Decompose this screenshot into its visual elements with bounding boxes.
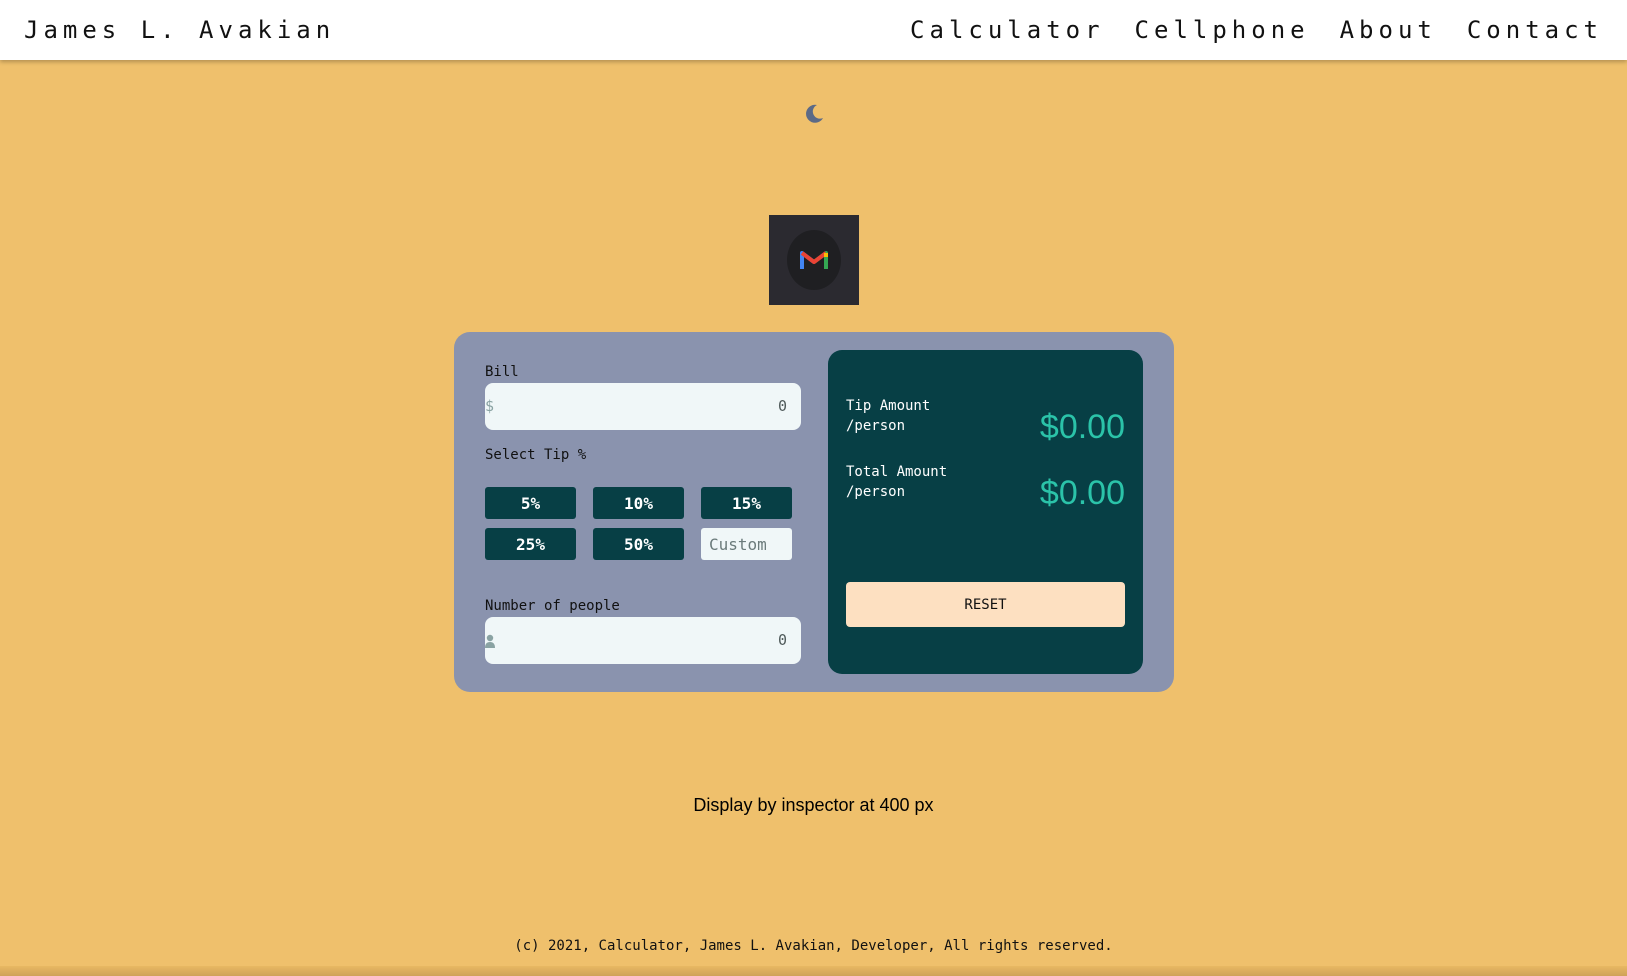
people-label: Number of people — [485, 598, 620, 614]
tip-25-button[interactable]: 25% — [485, 528, 576, 560]
custom-tip-input[interactable]: Custom — [701, 528, 792, 560]
gmail-logo[interactable] — [769, 215, 859, 305]
reset-button[interactable]: RESET — [846, 582, 1125, 627]
total-amount-label-line1: Total Amount — [846, 464, 948, 480]
person-icon — [485, 634, 495, 648]
people-value: 0 — [777, 631, 787, 649]
total-amount-value: $0.00 — [1039, 474, 1125, 512]
inspector-note: Display by inspector at 400 px — [693, 795, 934, 815]
result-panel: Tip Amount /person $0.00 Total Amount /p… — [828, 350, 1143, 674]
top-navbar: James L. Avakian Calculator Cellphone Ab… — [0, 0, 1627, 60]
bill-value: 0 — [777, 397, 787, 415]
tip-15-button[interactable]: 15% — [701, 487, 792, 519]
moon-icon[interactable] — [803, 103, 825, 125]
tip-50-button[interactable]: 50% — [593, 528, 684, 560]
nav-cellphone[interactable]: Cellphone — [1135, 16, 1310, 44]
nav-contact[interactable]: Contact — [1467, 16, 1603, 44]
bill-input[interactable]: $ 0 — [485, 383, 801, 430]
gmail-icon — [787, 230, 841, 290]
tip-10-button[interactable]: 10% — [593, 487, 684, 519]
bottom-edge — [0, 966, 1627, 976]
total-amount-label-line2: /person — [846, 484, 906, 500]
bill-label: Bill — [485, 364, 519, 380]
tip-5-button[interactable]: 5% — [485, 487, 576, 519]
brand-link[interactable]: James L. Avakian — [24, 16, 335, 44]
dollar-icon: $ — [485, 397, 495, 415]
tip-amount-label-line2: /person — [846, 418, 906, 434]
main-nav: Calculator Cellphone About Contact — [910, 16, 1603, 44]
tip-calculator-card: Bill $ 0 Select Tip % 5% 10% 15% 25% 50%… — [454, 332, 1174, 692]
total-amount-label: Total Amount /person — [846, 462, 947, 502]
select-tip-label: Select Tip % — [485, 447, 587, 463]
nav-calculator[interactable]: Calculator — [910, 16, 1105, 44]
tip-amount-label: Tip Amount /person — [846, 396, 930, 436]
people-input[interactable]: 0 — [485, 617, 801, 664]
tip-amount-label-line1: Tip Amount — [846, 398, 931, 414]
tip-amount-value: $0.00 — [1039, 408, 1125, 446]
footer-copyright: (c) 2021, Calculator, James L. Avakian, … — [514, 938, 1113, 954]
nav-about[interactable]: About — [1340, 16, 1437, 44]
